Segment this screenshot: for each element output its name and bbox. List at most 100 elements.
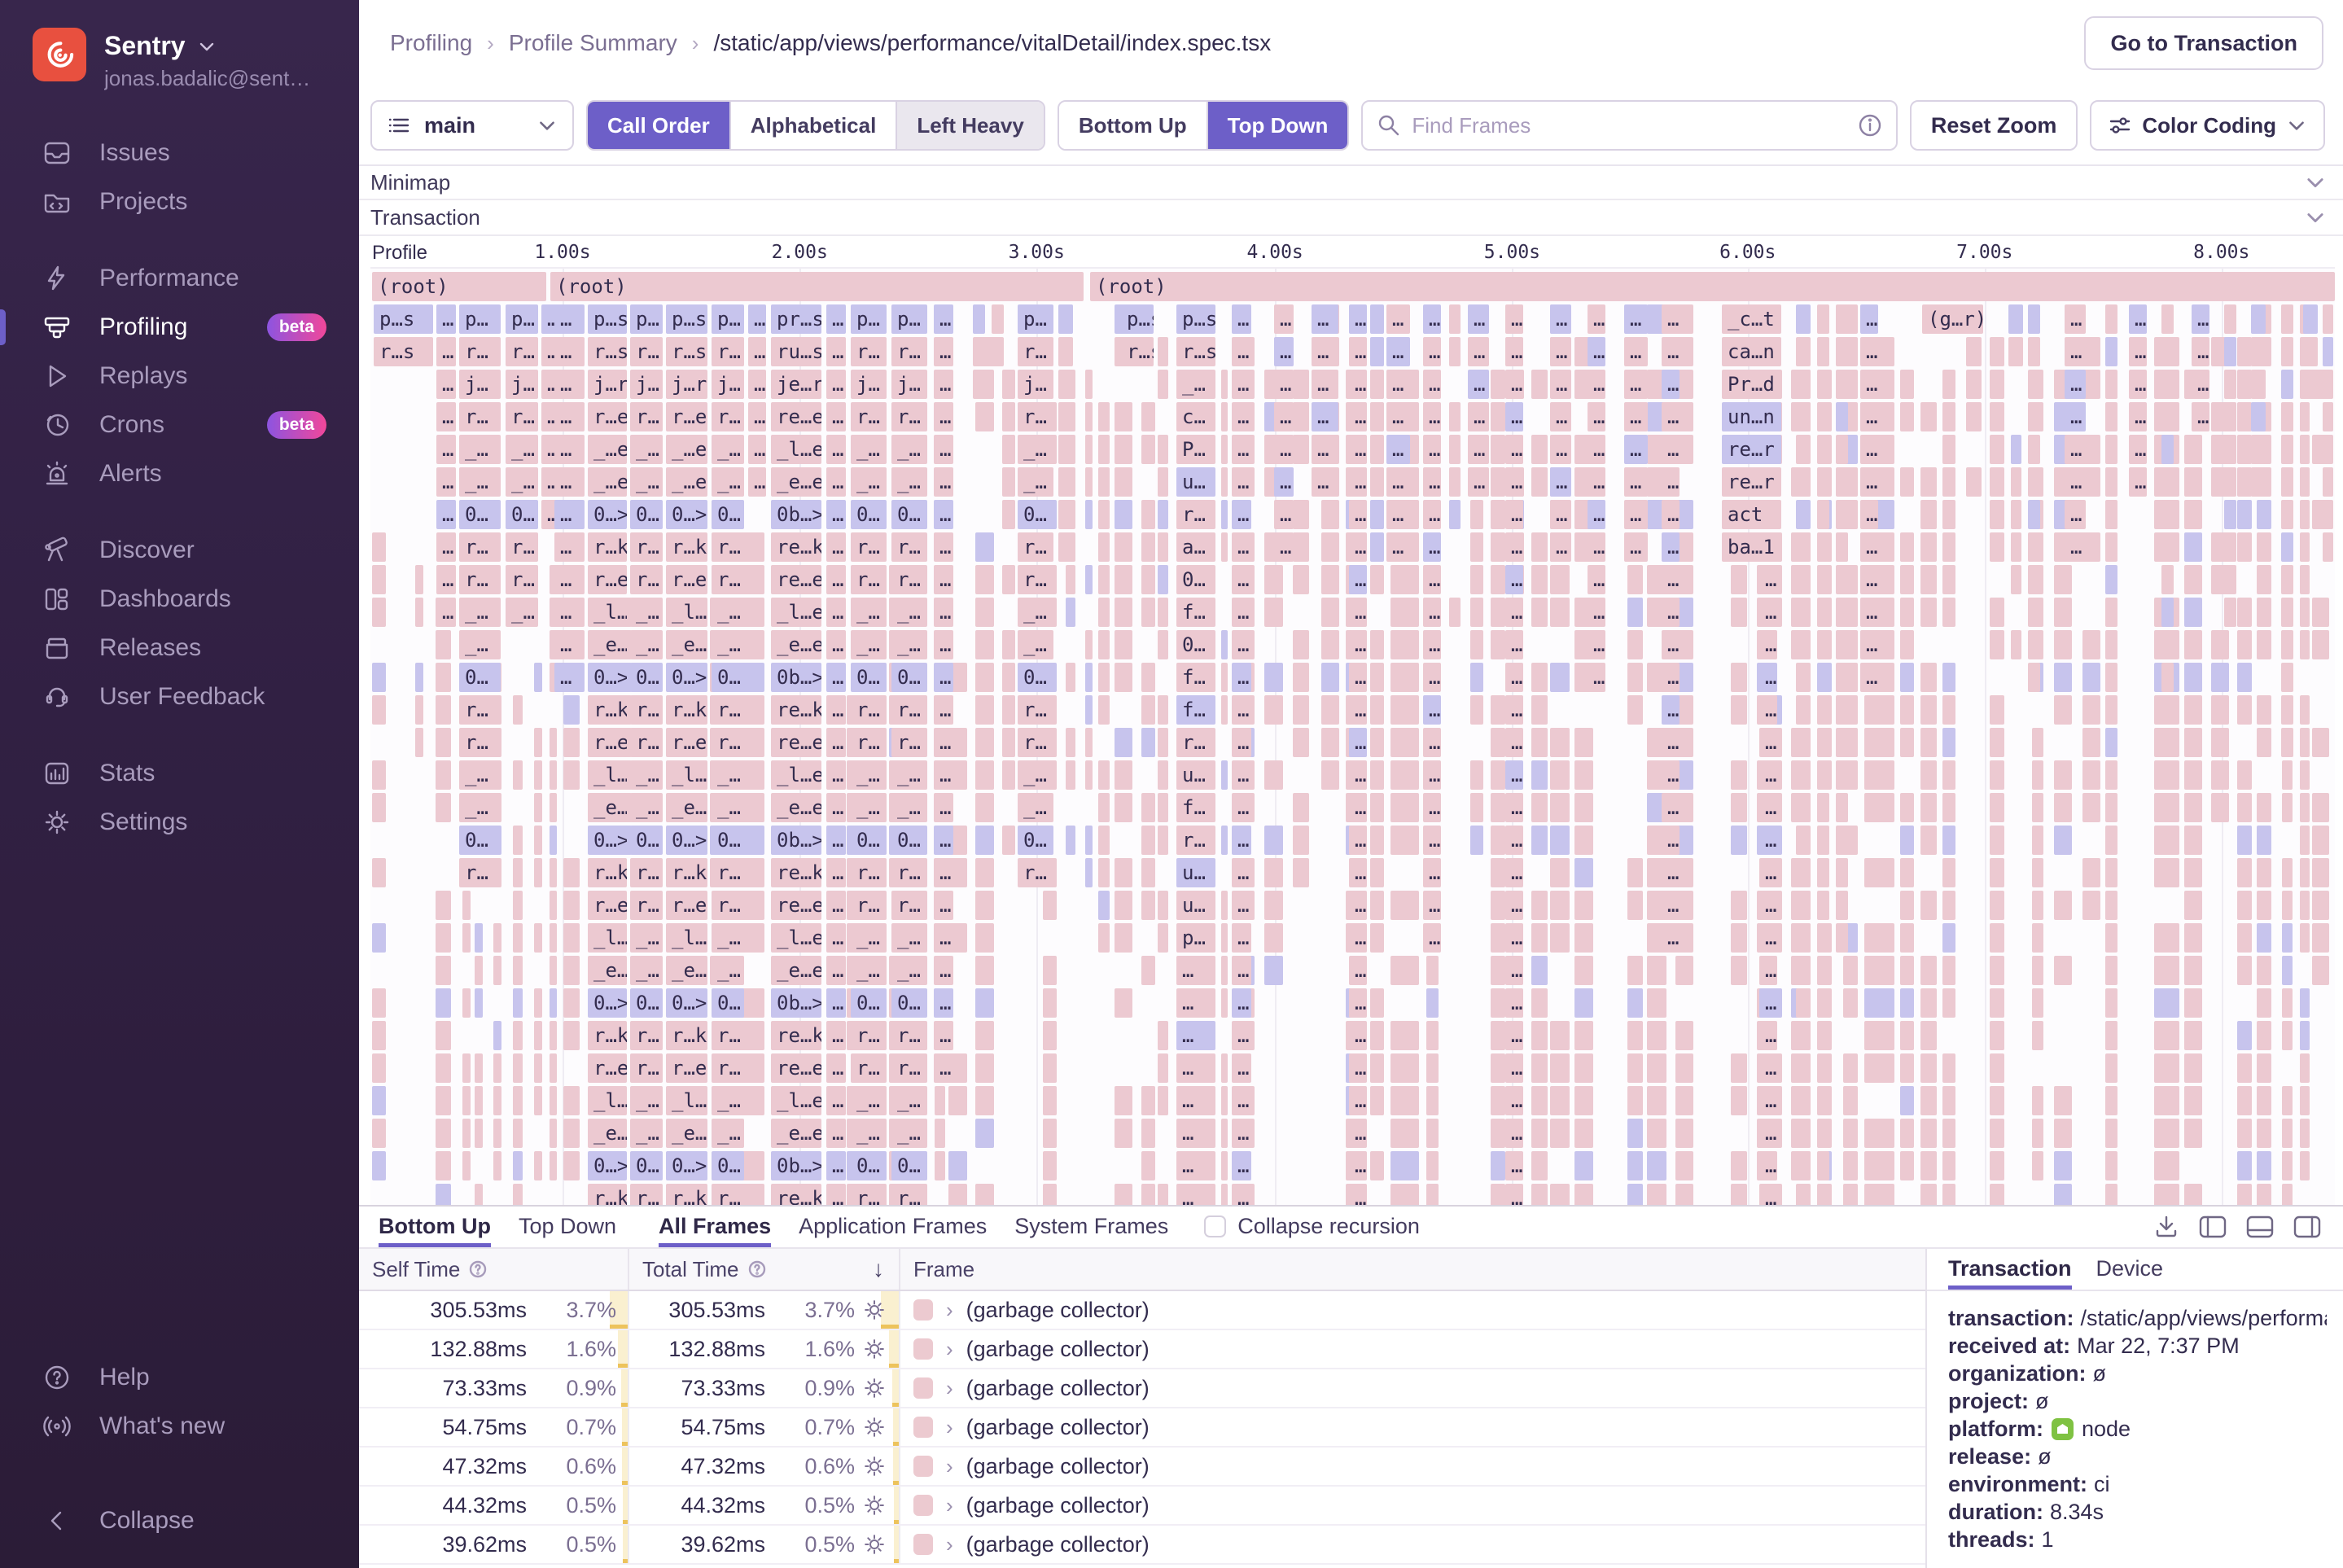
flame-frame[interactable] bbox=[1796, 304, 1811, 334]
flame-frame[interactable]: … bbox=[1386, 532, 1410, 562]
flame-frame[interactable] bbox=[1942, 988, 1955, 1018]
flame-frame[interactable] bbox=[1990, 370, 2005, 399]
flame-frame[interactable] bbox=[563, 1119, 580, 1148]
flame-frame[interactable] bbox=[2183, 1021, 2202, 1050]
flame-frame[interactable] bbox=[1531, 826, 1548, 855]
flame-frame[interactable] bbox=[1531, 598, 1548, 627]
flame-frame[interactable] bbox=[435, 988, 451, 1018]
flame-frame[interactable]: r… bbox=[506, 402, 538, 431]
flame-frame[interactable] bbox=[1531, 956, 1548, 985]
flame-frame[interactable] bbox=[2281, 663, 2293, 692]
flame-frame[interactable] bbox=[1263, 565, 1284, 594]
flame-frame[interactable] bbox=[2054, 695, 2072, 725]
flame-frame[interactable] bbox=[1942, 402, 1955, 431]
flame-frame[interactable] bbox=[974, 695, 995, 725]
flame-frame[interactable]: _… bbox=[630, 760, 663, 790]
flame-frame[interactable] bbox=[550, 1021, 557, 1050]
flame-frame[interactable]: … bbox=[1423, 891, 1441, 920]
flame-frame[interactable]: re…k bbox=[771, 1184, 821, 1205]
flame-frame[interactable] bbox=[1084, 826, 1093, 855]
flame-frame[interactable]: … bbox=[1349, 467, 1367, 497]
flame-frame[interactable] bbox=[2161, 402, 2174, 431]
flame-frame[interactable]: 0… bbox=[712, 988, 744, 1018]
flame-frame[interactable]: _e…e bbox=[588, 793, 627, 822]
flame-frame[interactable] bbox=[1058, 435, 1073, 464]
flame-frame[interactable]: r…s bbox=[666, 337, 707, 366]
flame-frame[interactable] bbox=[1084, 565, 1093, 594]
flame-frame[interactable] bbox=[2105, 337, 2117, 366]
flame-frame[interactable]: … bbox=[1349, 988, 1367, 1018]
flame-frame[interactable] bbox=[1817, 500, 1829, 529]
flame-frame[interactable]: … bbox=[934, 826, 953, 855]
flame-frame[interactable] bbox=[2312, 826, 2329, 855]
flame-frame[interactable]: p… bbox=[851, 304, 887, 334]
flame-frame[interactable] bbox=[1990, 728, 2005, 757]
flame-frame[interactable]: _e…e bbox=[771, 467, 821, 497]
flame-frame[interactable] bbox=[1065, 826, 1075, 855]
flame-frame[interactable] bbox=[563, 760, 580, 790]
sidebar-item-user-feedback[interactable]: User Feedback bbox=[0, 672, 359, 721]
flame-frame[interactable] bbox=[1965, 370, 1982, 399]
flame-frame[interactable] bbox=[1817, 337, 1829, 366]
flame-frame[interactable] bbox=[2161, 565, 2174, 594]
flame-frame[interactable] bbox=[1550, 858, 1570, 887]
flame-frame[interactable]: … bbox=[2129, 435, 2147, 464]
flame-frame[interactable]: … bbox=[934, 304, 953, 334]
flame-frame[interactable] bbox=[1221, 467, 1228, 497]
flame-frame[interactable] bbox=[435, 891, 451, 920]
flame-frame[interactable] bbox=[1730, 1086, 1748, 1115]
flame-frame[interactable]: … bbox=[554, 500, 585, 529]
flame-frame[interactable]: f… bbox=[1176, 663, 1215, 692]
flame-frame[interactable] bbox=[1491, 891, 1505, 920]
flame-frame[interactable] bbox=[2161, 370, 2174, 399]
flame-frame[interactable]: c… bbox=[1176, 402, 1215, 431]
flame-frame[interactable] bbox=[1042, 891, 1058, 920]
flame-frame[interactable]: … bbox=[1759, 1119, 1777, 1148]
flame-frame[interactable] bbox=[1065, 728, 1075, 757]
flame-frame[interactable]: … bbox=[826, 956, 846, 985]
flame-frame[interactable] bbox=[1796, 728, 1811, 757]
flame-frame[interactable] bbox=[2105, 956, 2117, 985]
flame-frame[interactable] bbox=[2183, 500, 2202, 529]
flame-frame[interactable] bbox=[414, 565, 424, 594]
flame-frame[interactable]: … bbox=[1232, 304, 1251, 334]
flame-frame[interactable] bbox=[2183, 728, 2202, 757]
flame-frame[interactable] bbox=[1158, 370, 1169, 399]
flame-frame[interactable]: pr…s bbox=[771, 304, 821, 334]
flame-frame[interactable] bbox=[2281, 956, 2293, 985]
flame-frame[interactable] bbox=[1470, 793, 1484, 822]
flame-frame[interactable] bbox=[1042, 1053, 1058, 1083]
flame-frame[interactable] bbox=[1221, 826, 1228, 855]
flame-frame[interactable]: _… bbox=[851, 1086, 887, 1115]
flame-frame[interactable]: r… bbox=[712, 891, 744, 920]
flame-frame[interactable] bbox=[414, 695, 424, 725]
flame-frame[interactable]: (root) bbox=[1090, 272, 2335, 301]
flame-frame[interactable]: … bbox=[1312, 304, 1338, 334]
flame-frame[interactable] bbox=[1627, 1021, 1644, 1050]
flame-frame[interactable]: … bbox=[436, 532, 456, 562]
flame-frame[interactable] bbox=[513, 858, 523, 887]
flame-frame[interactable]: … bbox=[1423, 402, 1441, 431]
flame-frame[interactable] bbox=[1990, 467, 2005, 497]
flame-frame[interactable] bbox=[2031, 826, 2043, 855]
flame-frame[interactable] bbox=[550, 1119, 557, 1148]
sidebar-item-replays[interactable]: Replays bbox=[0, 352, 359, 401]
flame-frame[interactable] bbox=[1084, 630, 1093, 659]
flame-frame[interactable] bbox=[1065, 565, 1075, 594]
flame-frame[interactable]: r… bbox=[506, 532, 538, 562]
flame-frame[interactable] bbox=[1990, 858, 2005, 887]
flame-frame[interactable] bbox=[2300, 598, 2310, 627]
flame-frame[interactable]: ru…s bbox=[771, 337, 821, 366]
flame-frame[interactable]: _… bbox=[1018, 467, 1053, 497]
flame-frame[interactable] bbox=[513, 1086, 523, 1115]
flame-frame[interactable] bbox=[435, 663, 451, 692]
flame-frame[interactable]: … bbox=[1386, 304, 1410, 334]
flame-frame[interactable] bbox=[493, 1053, 501, 1083]
flame-frame[interactable] bbox=[1796, 370, 1811, 399]
flame-frame[interactable]: … bbox=[1232, 598, 1251, 627]
flame-frame[interactable] bbox=[974, 1021, 995, 1050]
flame-frame[interactable] bbox=[1864, 1184, 1894, 1205]
flame-frame[interactable] bbox=[1920, 532, 1937, 562]
flame-frame[interactable] bbox=[1920, 500, 1937, 529]
flame-frame[interactable] bbox=[1158, 923, 1169, 953]
